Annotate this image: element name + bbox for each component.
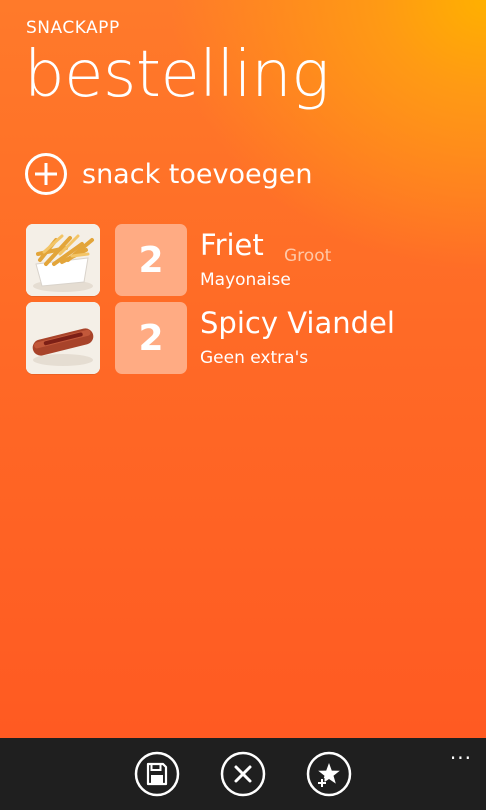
quantity-badge: 2 (115, 224, 187, 296)
item-name: Spicy Viandel (200, 306, 395, 340)
item-name: Friet (200, 228, 264, 262)
add-snack-label: snack toevoegen (82, 158, 313, 190)
viandel-icon (26, 302, 100, 374)
app-name: SNACKAPP (26, 18, 120, 38)
item-extra: Geen extra's (200, 348, 309, 368)
cancel-button[interactable] (220, 751, 266, 797)
item-extra: Mayonaise (200, 270, 291, 290)
add-favorite-button[interactable] (306, 751, 352, 797)
add-circle-icon (25, 153, 67, 195)
order-item-friet[interactable]: 2 Friet Groot Mayonaise (26, 224, 466, 296)
order-list: 2 Friet Groot Mayonaise 2 Spicy Viandel … (26, 224, 466, 380)
save-button[interactable] (134, 751, 180, 797)
fries-icon (26, 224, 100, 296)
cancel-icon (220, 751, 266, 797)
more-menu-button[interactable]: ... (450, 742, 472, 762)
save-icon (134, 751, 180, 797)
page-title: bestelling (24, 38, 330, 112)
quantity-badge: 2 (115, 302, 187, 374)
order-item-spicy-viandel[interactable]: 2 Spicy Viandel Geen extra's (26, 302, 466, 374)
add-snack-button[interactable]: snack toevoegen (24, 152, 312, 196)
item-size: Groot (284, 246, 332, 266)
app-bar: ... (0, 738, 486, 810)
favorite-add-icon (306, 751, 352, 797)
